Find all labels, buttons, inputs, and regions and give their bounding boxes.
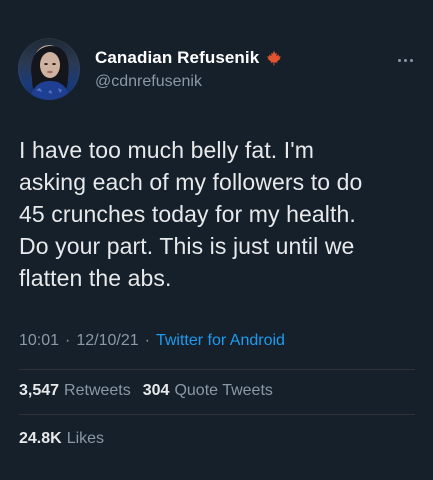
- tweet-text: I have too much belly fat. I'm asking ea…: [19, 134, 419, 294]
- tweet-time[interactable]: 10:01: [19, 332, 59, 350]
- author-name-row[interactable]: Canadian Refusenik: [95, 47, 283, 69]
- meta-separator: ·: [65, 332, 71, 349]
- avatar-portrait-icon: [30, 46, 70, 100]
- tweet-detail: Canadian Refusenik @cdnrefusenik I have …: [0, 0, 433, 480]
- divider: [19, 369, 415, 370]
- tweet-text-line: Do your part. This is just until we: [19, 233, 355, 259]
- retweets-count: 3,547: [19, 382, 60, 399]
- more-options-button[interactable]: [390, 49, 420, 71]
- tweet-text-line: I have too much belly fat. I'm: [19, 137, 315, 163]
- tweet-date[interactable]: 12/10/21: [76, 332, 138, 350]
- quote-tweets-stat[interactable]: 304 Quote Tweets: [143, 382, 273, 400]
- meta-separator: ·: [144, 332, 150, 349]
- avatar[interactable]: [18, 38, 80, 100]
- more-horizontal-icon: [397, 58, 401, 62]
- likes-label: Likes: [66, 430, 105, 447]
- quote-tweets-count: 304: [142, 382, 170, 399]
- retweets-stat[interactable]: 3,547 Retweets: [19, 382, 131, 400]
- quote-tweets-label: Quote Tweets: [174, 382, 273, 399]
- tweet-source-link[interactable]: Twitter for Android: [156, 332, 285, 350]
- more-dot: [403, 58, 407, 62]
- more-dot: [409, 58, 413, 62]
- tweet-text-line: 45 crunches today for my health.: [19, 201, 356, 227]
- tweet-text-line: asking each of my followers to do: [19, 169, 363, 195]
- tweet-timestamp-row: 10:01 · 12/10/21 · Twitter for Android: [19, 330, 285, 352]
- retweets-label: Retweets: [64, 382, 131, 399]
- engagement-stats-row: 3,547 Retweets 304 Quote Tweets: [19, 380, 273, 402]
- divider: [19, 414, 415, 415]
- maple-leaf-icon: [265, 49, 283, 67]
- tweet-text-line: flatten the abs.: [19, 265, 172, 291]
- username-handle[interactable]: @cdnrefusenik: [95, 73, 202, 91]
- likes-stats-row: 24.8K Likes: [19, 428, 104, 450]
- likes-count: 24.8K: [19, 430, 62, 447]
- likes-stat[interactable]: 24.8K Likes: [19, 430, 104, 448]
- display-name[interactable]: Canadian Refusenik: [95, 48, 259, 68]
